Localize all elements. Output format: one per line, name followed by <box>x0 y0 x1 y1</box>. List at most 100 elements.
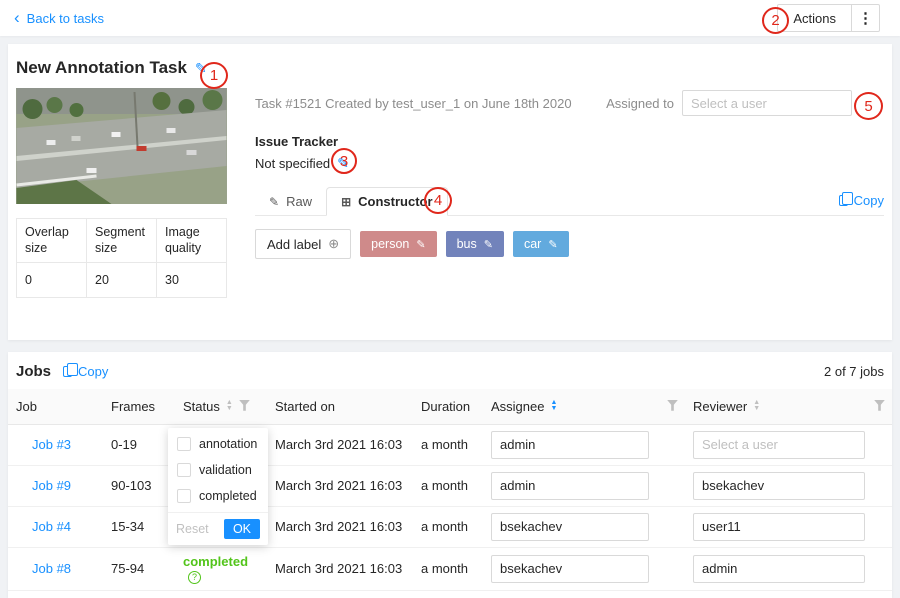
frames-cell: 90-103 <box>103 465 175 506</box>
task-parameters-table: Overlap size Segment size Image quality … <box>16 218 227 298</box>
checkbox-annotation[interactable] <box>177 437 191 451</box>
task-page: ‹ Back to tasks Actions ⋮ New Annotation… <box>0 0 900 590</box>
status-filter-icon[interactable] <box>239 400 250 411</box>
filter-option-annotation-label: annotation <box>199 437 257 451</box>
column-status[interactable]: Status ▲▼ <box>175 389 231 424</box>
job-cell: Job #9 <box>8 465 103 506</box>
filter-option-completed[interactable]: completed <box>168 483 268 509</box>
column-reviewer[interactable]: Reviewer ▲▼ <box>685 389 866 424</box>
status-cell: completed? <box>175 547 231 590</box>
param-value-quality: 30 <box>157 262 227 297</box>
job-row: Job #8 75-94 completed? March 3rd 2021 1… <box>8 547 892 590</box>
assigned-to-label: Assigned to <box>606 96 674 111</box>
labels-copy-label: Copy <box>854 193 884 208</box>
tab-constructor-label: Constructor <box>358 194 432 209</box>
filter-reset-button[interactable]: Reset <box>176 522 209 536</box>
jobs-title: Jobs <box>16 363 51 380</box>
task-title-row: New Annotation Task ✎ <box>16 58 884 78</box>
job-reviewer-input[interactable] <box>693 431 865 459</box>
annotation-marker-2: 2 <box>762 7 789 34</box>
add-label-text: Add label <box>267 237 321 252</box>
labels-copy-link[interactable]: Copy <box>839 193 884 215</box>
question-circle-icon[interactable]: ? <box>188 571 201 584</box>
label-tag-car[interactable]: car ✎ <box>513 231 569 257</box>
back-to-tasks-link[interactable]: ‹ Back to tasks <box>14 11 104 26</box>
job-reviewer-input[interactable] <box>693 472 865 500</box>
jobs-table: Job Frames Status ▲▼ Started on Duration <box>8 389 892 591</box>
copy-icon <box>63 366 72 377</box>
status-sort-icon[interactable]: ▲▼ <box>226 400 233 412</box>
back-chevron-icon: ‹ <box>14 9 20 26</box>
task-assignee-input[interactable] <box>682 90 852 116</box>
status-filter-cell <box>231 389 267 424</box>
label-tag-person[interactable]: person ✎ <box>360 231 436 257</box>
reviewer-filter-cell <box>866 389 892 424</box>
job-assignee-input[interactable] <box>491 555 649 583</box>
param-header-segment: Segment size <box>87 219 157 263</box>
column-assignee-label: Assignee <box>491 399 544 414</box>
reviewer-sort-icon[interactable]: ▲▼ <box>753 400 760 412</box>
frames-cell: 75-94 <box>103 547 175 590</box>
filter-ok-button[interactable]: OK <box>224 519 260 539</box>
frames-cell: 15-34 <box>103 506 175 547</box>
param-value-segment: 20 <box>87 262 157 297</box>
label-tag-bus-name: bus <box>457 237 477 251</box>
reviewer-cell <box>685 547 866 590</box>
assignee-filter-icon[interactable] <box>667 400 678 411</box>
job-row: Job #3 0-19 March 3rd 2021 16:03 a month <box>8 424 892 465</box>
jobs-count: 2 of 7 jobs <box>824 364 884 379</box>
column-started-on: Started on <box>267 389 413 424</box>
reviewer-filter-icon[interactable] <box>874 400 885 411</box>
assignee-cell <box>483 547 659 590</box>
jobs-copy-link[interactable]: Copy <box>63 364 108 379</box>
task-meta-row: Task #1521 Created by test_user_1 on Jun… <box>255 90 884 116</box>
assignee-cell <box>483 465 659 506</box>
label-tag-person-name: person <box>371 237 409 251</box>
assigned-to-block: Assigned to <box>606 90 852 116</box>
filter-option-completed-label: completed <box>199 489 257 503</box>
frames-cell: 0-19 <box>103 424 175 465</box>
job-assignee-input[interactable] <box>491 472 649 500</box>
annotation-marker-1: 1 <box>200 62 228 89</box>
constructor-icon: ⊞ <box>341 195 351 209</box>
job-cell: Job #3 <box>8 424 103 465</box>
filter-option-validation[interactable]: validation <box>168 457 268 483</box>
job-assignee-input[interactable] <box>491 431 649 459</box>
label-tag-bus[interactable]: bus ✎ <box>446 231 504 257</box>
job-assignee-input[interactable] <box>491 513 649 541</box>
more-menu-button[interactable]: ⋮ <box>852 4 880 32</box>
reviewer-cell <box>685 465 866 506</box>
job-reviewer-input[interactable] <box>693 555 865 583</box>
edit-label-person-icon: ✎ <box>416 238 425 251</box>
tab-raw[interactable]: ✎ Raw <box>255 188 326 215</box>
edit-label-bus-icon: ✎ <box>484 238 493 251</box>
plus-circle-icon: ⊕ <box>328 236 339 252</box>
started-cell: March 3rd 2021 16:03 <box>267 424 413 465</box>
started-cell: March 3rd 2021 16:03 <box>267 506 413 547</box>
jobs-header: Jobs Copy 2 of 7 jobs <box>8 352 892 389</box>
duration-cell: a month <box>413 547 483 590</box>
started-cell: March 3rd 2021 16:03 <box>267 465 413 506</box>
job-link[interactable]: Job #4 <box>16 519 71 534</box>
job-link[interactable]: Job #9 <box>16 478 71 493</box>
assignee-cell <box>483 506 659 547</box>
checkbox-completed[interactable] <box>177 489 191 503</box>
more-vertical-icon: ⋮ <box>858 9 873 27</box>
checkbox-validation[interactable] <box>177 463 191 477</box>
column-assignee[interactable]: Assignee ▲▼ <box>483 389 659 424</box>
job-link[interactable]: Job #8 <box>16 561 71 576</box>
job-reviewer-input[interactable] <box>693 513 865 541</box>
column-frames: Frames <box>103 389 175 424</box>
filter-option-annotation[interactable]: annotation <box>168 431 268 457</box>
add-label-button[interactable]: Add label ⊕ <box>255 229 351 259</box>
annotation-marker-5: 5 <box>854 92 883 120</box>
column-reviewer-label: Reviewer <box>693 399 747 414</box>
status-completed-text: completed <box>183 554 248 569</box>
job-link[interactable]: Job #3 <box>16 437 71 452</box>
task-left-column: Overlap size Segment size Image quality … <box>16 88 227 298</box>
back-label: Back to tasks <box>27 11 104 26</box>
column-status-label: Status <box>183 399 220 414</box>
assignee-sort-icon[interactable]: ▲▼ <box>550 400 557 412</box>
column-duration: Duration <box>413 389 483 424</box>
filter-dropdown-footer: Reset OK <box>168 512 268 545</box>
